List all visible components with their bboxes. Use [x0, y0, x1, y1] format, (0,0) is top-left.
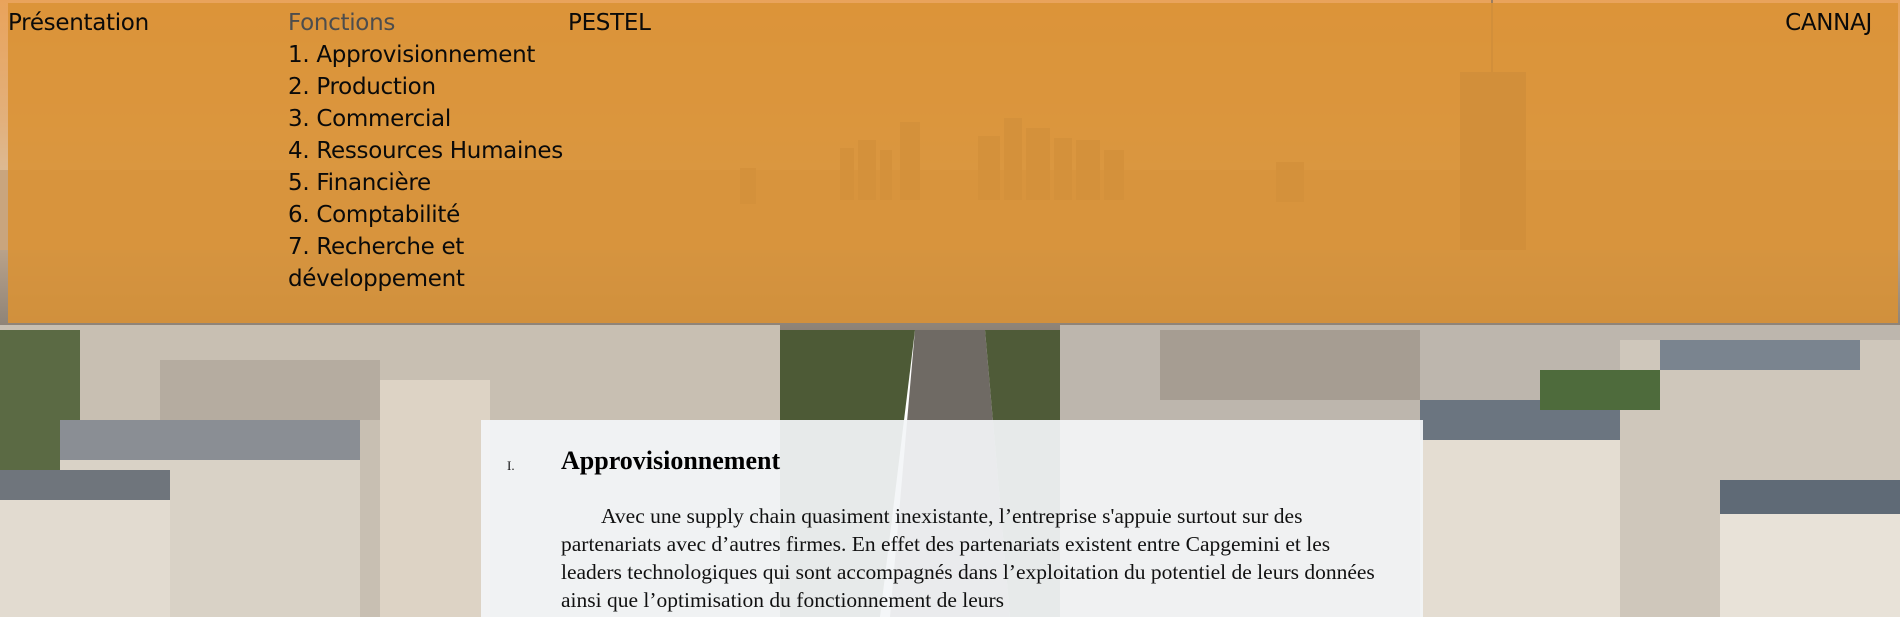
submenu-item-approvisionnement[interactable]: 1. Approvisionnement — [288, 39, 564, 71]
submenu-item-ressources-humaines[interactable]: 4. Ressources Humaines — [288, 135, 564, 167]
submenu-item-commercial[interactable]: 3. Commercial — [288, 103, 564, 135]
submenu-item-financiere[interactable]: 5. Financière — [288, 167, 564, 199]
fonctions-submenu: 1. Approvisionnement 2. Production 3. Co… — [288, 39, 564, 295]
nav-presentation-link[interactable]: Présentation — [8, 7, 149, 39]
content-card: I. Approvisionnement Avec une supply cha… — [481, 420, 1423, 617]
submenu-item-recherche-developpement[interactable]: 7. Recherche et développement — [288, 231, 564, 295]
nav-pestel-link[interactable]: PESTEL — [568, 7, 651, 39]
header-nav: Présentation Fonctions 1. Approvisionnem… — [8, 3, 1898, 323]
submenu-item-comptabilite[interactable]: 6. Comptabilité — [288, 199, 564, 231]
section-title: Approvisionnement — [561, 446, 781, 475]
nav-fonctions-link[interactable]: Fonctions — [288, 7, 395, 39]
section-body-text: Avec une supply chain quasiment inexista… — [561, 504, 1375, 612]
section-number: I. — [507, 458, 515, 473]
page: Présentation Fonctions 1. Approvisionnem… — [0, 0, 1900, 617]
submenu-item-production[interactable]: 2. Production — [288, 71, 564, 103]
nav-cannaj-link[interactable]: CANNAJ — [1785, 7, 1872, 39]
